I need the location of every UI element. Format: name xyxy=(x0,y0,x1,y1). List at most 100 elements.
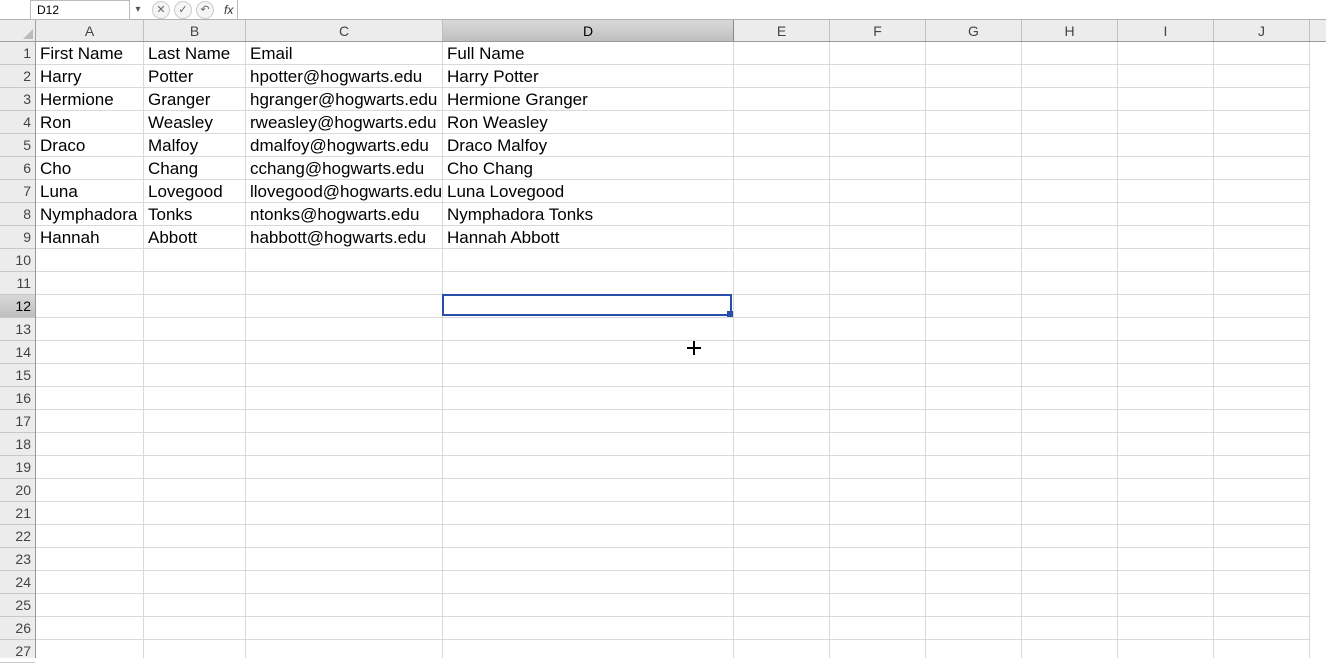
cell-G9[interactable] xyxy=(926,226,1022,249)
row-header-22[interactable]: 22 xyxy=(0,525,35,548)
cell-G1[interactable] xyxy=(926,42,1022,65)
cell-H2[interactable] xyxy=(1022,65,1118,88)
cell-H13[interactable] xyxy=(1022,318,1118,341)
cell-E9[interactable] xyxy=(734,226,830,249)
row-header-8[interactable]: 8 xyxy=(0,203,35,226)
cell-I9[interactable] xyxy=(1118,226,1214,249)
cell-B19[interactable] xyxy=(144,456,246,479)
cell-A20[interactable] xyxy=(36,479,144,502)
cell-C18[interactable] xyxy=(246,433,443,456)
row-header-23[interactable]: 23 xyxy=(0,548,35,571)
column-header-A[interactable]: A xyxy=(36,20,144,41)
cell-A16[interactable] xyxy=(36,387,144,410)
cell-B11[interactable] xyxy=(144,272,246,295)
cell-A15[interactable] xyxy=(36,364,144,387)
cell-G7[interactable] xyxy=(926,180,1022,203)
row-header-15[interactable]: 15 xyxy=(0,364,35,387)
cell-H11[interactable] xyxy=(1022,272,1118,295)
cell-I11[interactable] xyxy=(1118,272,1214,295)
undo-icon[interactable]: ↶ xyxy=(196,1,214,19)
column-header-E[interactable]: E xyxy=(734,20,830,41)
cell-I23[interactable] xyxy=(1118,548,1214,571)
cell-B7[interactable]: Lovegood xyxy=(144,180,246,203)
cell-H16[interactable] xyxy=(1022,387,1118,410)
row-header-27[interactable]: 27 xyxy=(0,640,35,663)
cell-F23[interactable] xyxy=(830,548,926,571)
cell-J23[interactable] xyxy=(1214,548,1310,571)
cell-I2[interactable] xyxy=(1118,65,1214,88)
cell-B8[interactable]: Tonks xyxy=(144,203,246,226)
cell-E11[interactable] xyxy=(734,272,830,295)
cell-A27[interactable] xyxy=(36,640,144,658)
cell-G24[interactable] xyxy=(926,571,1022,594)
cell-G3[interactable] xyxy=(926,88,1022,111)
cell-H14[interactable] xyxy=(1022,341,1118,364)
name-box[interactable]: D12 xyxy=(30,0,130,20)
cell-J9[interactable] xyxy=(1214,226,1310,249)
cell-H20[interactable] xyxy=(1022,479,1118,502)
cell-C21[interactable] xyxy=(246,502,443,525)
cell-I3[interactable] xyxy=(1118,88,1214,111)
cell-F5[interactable] xyxy=(830,134,926,157)
cell-H15[interactable] xyxy=(1022,364,1118,387)
cell-E2[interactable] xyxy=(734,65,830,88)
cell-I19[interactable] xyxy=(1118,456,1214,479)
cell-H5[interactable] xyxy=(1022,134,1118,157)
cell-F2[interactable] xyxy=(830,65,926,88)
cell-G2[interactable] xyxy=(926,65,1022,88)
cell-C16[interactable] xyxy=(246,387,443,410)
cell-D18[interactable] xyxy=(443,433,734,456)
cell-D1[interactable]: Full Name xyxy=(443,42,734,65)
cell-B27[interactable] xyxy=(144,640,246,658)
row-header-5[interactable]: 5 xyxy=(0,134,35,157)
cell-A7[interactable]: Luna xyxy=(36,180,144,203)
cell-A17[interactable] xyxy=(36,410,144,433)
cell-G27[interactable] xyxy=(926,640,1022,658)
cell-C17[interactable] xyxy=(246,410,443,433)
cell-G5[interactable] xyxy=(926,134,1022,157)
cell-J15[interactable] xyxy=(1214,364,1310,387)
cell-E13[interactable] xyxy=(734,318,830,341)
column-header-J[interactable]: J xyxy=(1214,20,1310,41)
cell-B2[interactable]: Potter xyxy=(144,65,246,88)
cell-D10[interactable] xyxy=(443,249,734,272)
row-header-6[interactable]: 6 xyxy=(0,157,35,180)
cell-B5[interactable]: Malfoy xyxy=(144,134,246,157)
cell-F20[interactable] xyxy=(830,479,926,502)
cell-J21[interactable] xyxy=(1214,502,1310,525)
cell-E18[interactable] xyxy=(734,433,830,456)
cell-H8[interactable] xyxy=(1022,203,1118,226)
cell-D3[interactable]: Hermione Granger xyxy=(443,88,734,111)
cell-D13[interactable] xyxy=(443,318,734,341)
cell-D20[interactable] xyxy=(443,479,734,502)
cell-B15[interactable] xyxy=(144,364,246,387)
cell-H21[interactable] xyxy=(1022,502,1118,525)
cell-J17[interactable] xyxy=(1214,410,1310,433)
column-header-D[interactable]: D xyxy=(443,20,734,41)
row-header-24[interactable]: 24 xyxy=(0,571,35,594)
cell-H7[interactable] xyxy=(1022,180,1118,203)
cell-I15[interactable] xyxy=(1118,364,1214,387)
cell-A3[interactable]: Hermione xyxy=(36,88,144,111)
cell-F4[interactable] xyxy=(830,111,926,134)
formula-input[interactable] xyxy=(237,0,1326,20)
cell-C19[interactable] xyxy=(246,456,443,479)
select-all-corner[interactable] xyxy=(0,20,36,42)
cell-B13[interactable] xyxy=(144,318,246,341)
cell-F26[interactable] xyxy=(830,617,926,640)
cell-E5[interactable] xyxy=(734,134,830,157)
cell-I7[interactable] xyxy=(1118,180,1214,203)
cell-C24[interactable] xyxy=(246,571,443,594)
cell-H18[interactable] xyxy=(1022,433,1118,456)
cell-D8[interactable]: Nymphadora Tonks xyxy=(443,203,734,226)
cell-J14[interactable] xyxy=(1214,341,1310,364)
cell-I13[interactable] xyxy=(1118,318,1214,341)
cell-C15[interactable] xyxy=(246,364,443,387)
cell-J8[interactable] xyxy=(1214,203,1310,226)
cell-J7[interactable] xyxy=(1214,180,1310,203)
cell-E26[interactable] xyxy=(734,617,830,640)
cell-F3[interactable] xyxy=(830,88,926,111)
cell-A12[interactable] xyxy=(36,295,144,318)
cell-F22[interactable] xyxy=(830,525,926,548)
cell-F10[interactable] xyxy=(830,249,926,272)
